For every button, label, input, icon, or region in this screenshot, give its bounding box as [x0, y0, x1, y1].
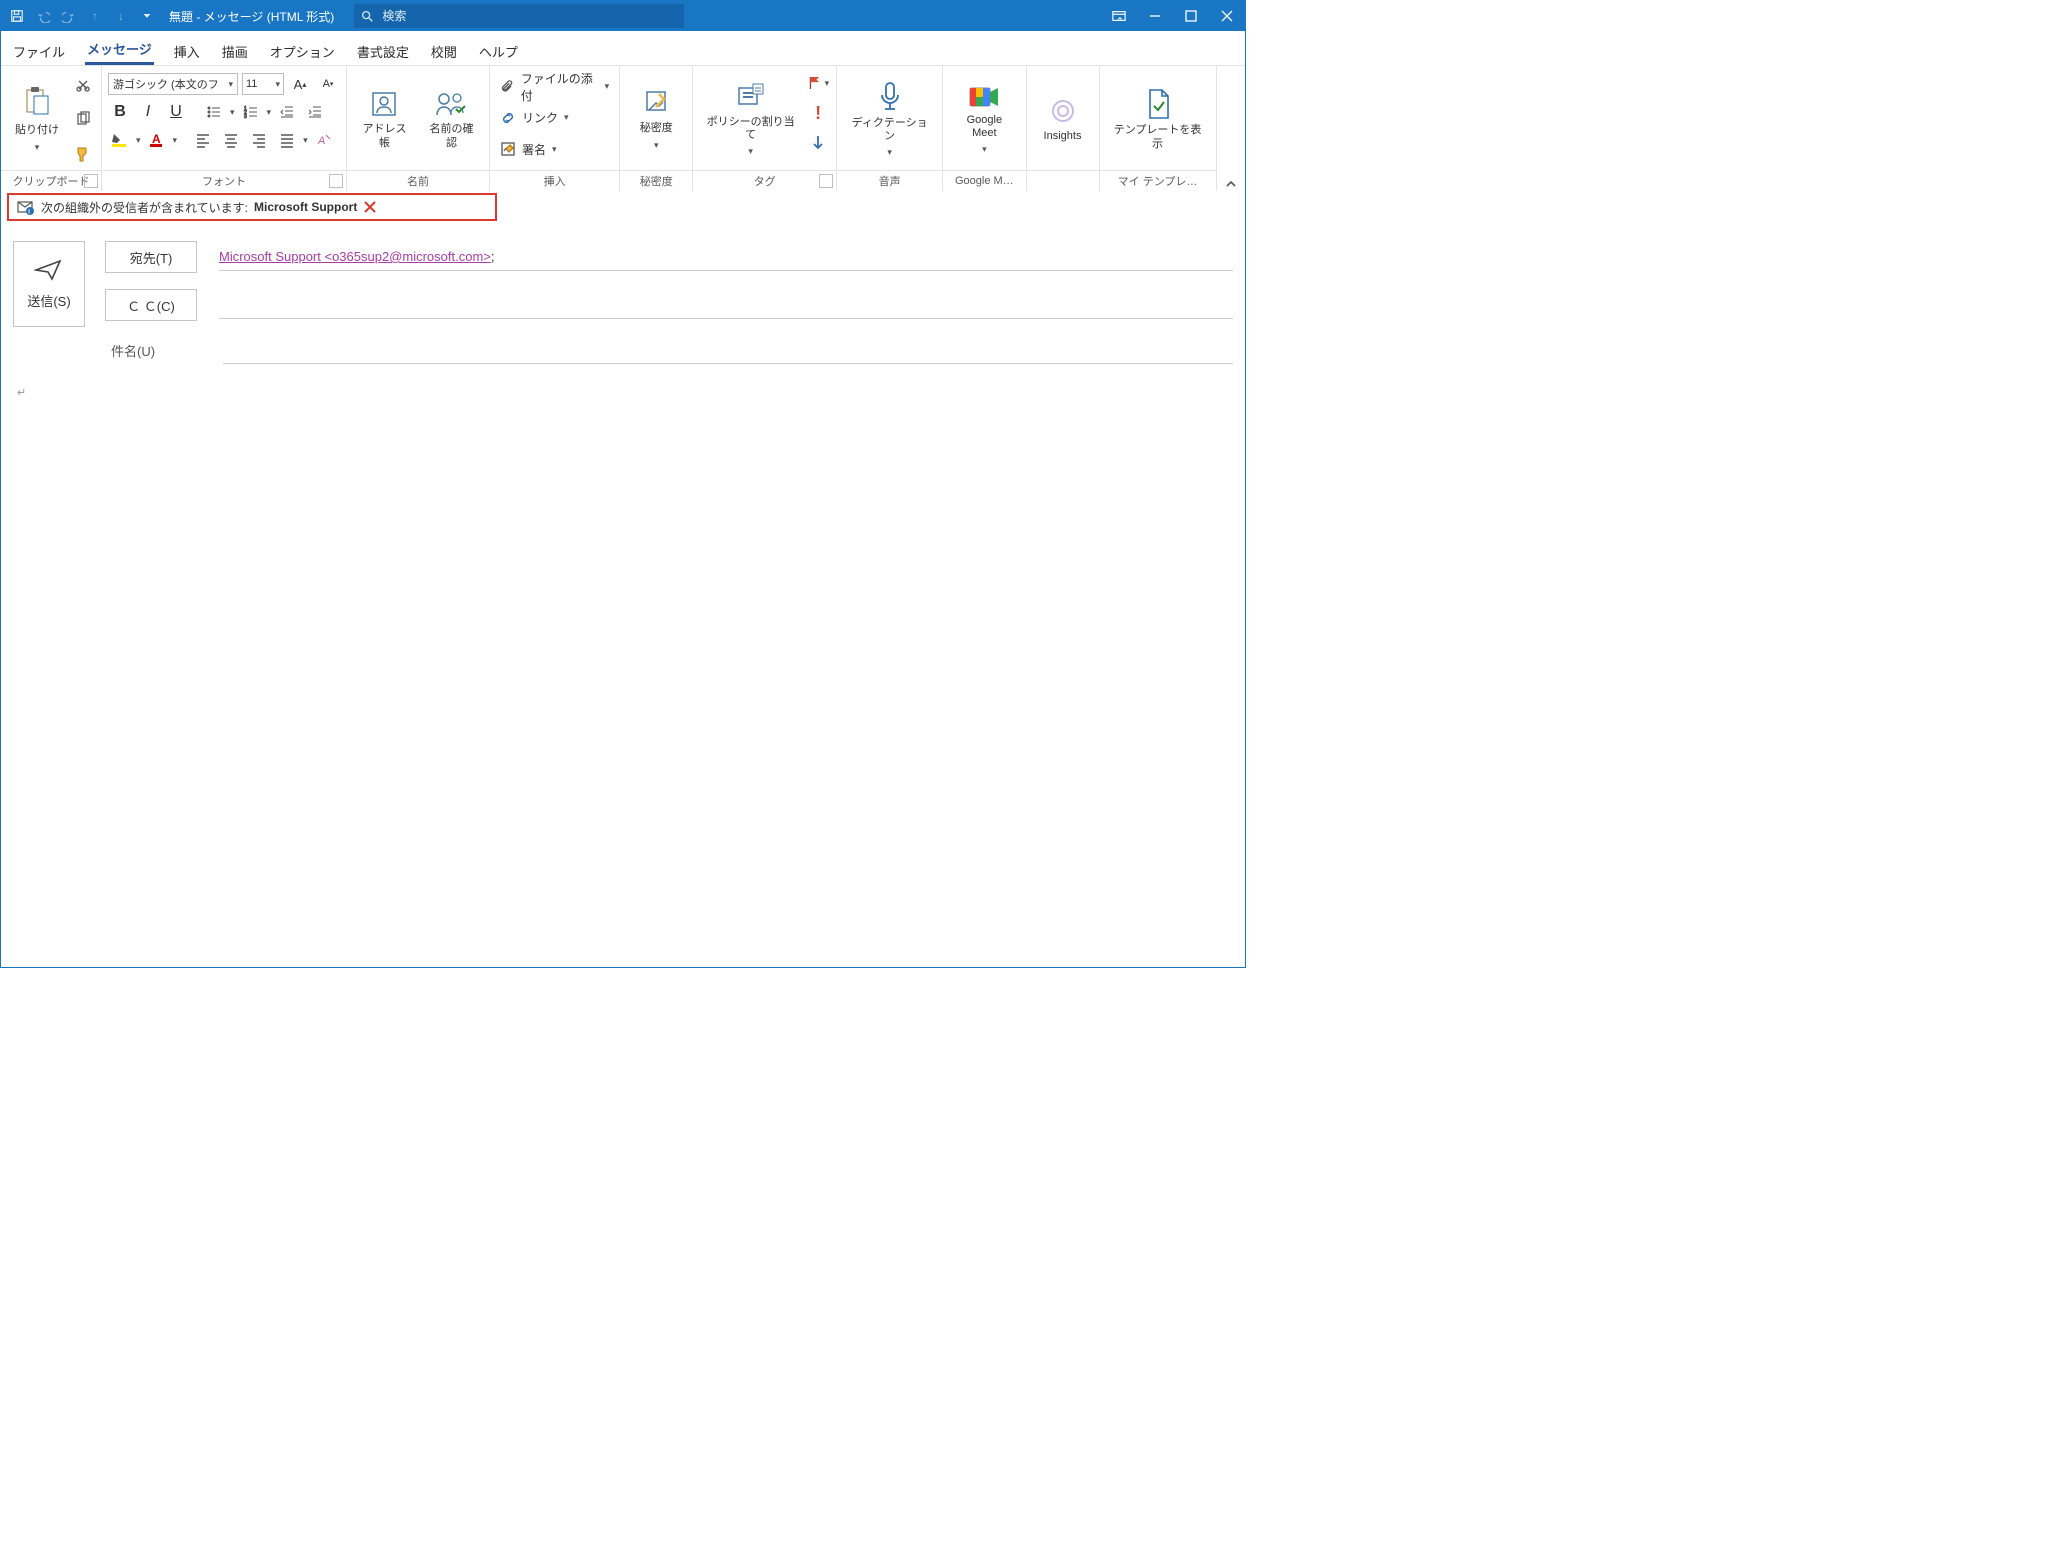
group-names: アドレス帳 名前の確認 名前 [347, 66, 490, 191]
group-tags: ポリシーの割り当て ▾ ▾ ! タグ [693, 66, 837, 191]
sensitivity-button[interactable]: 秘密度 ▾ [626, 69, 686, 170]
tab-draw[interactable]: 描画 [220, 36, 250, 65]
paste-button[interactable]: 貼り付け ▾ [7, 69, 67, 170]
paragraph-mark-icon: ↵ [17, 387, 26, 399]
tab-insert[interactable]: 挿入 [172, 36, 202, 65]
decrease-font-icon[interactable]: A▾ [316, 72, 340, 96]
mail-tip-icon: i [17, 199, 35, 215]
group-insights: Insights [1027, 66, 1100, 191]
to-button[interactable]: 宛先(T) [105, 241, 197, 273]
redo-icon[interactable] [61, 8, 77, 24]
tab-file[interactable]: ファイル [11, 36, 67, 65]
compose-header: 送信(S) 宛先(T) Microsoft Support <o365sup2@… [13, 241, 1233, 364]
to-field[interactable]: Microsoft Support <o365sup2@microsoft.co… [219, 244, 1233, 271]
decrease-indent-icon[interactable] [275, 100, 299, 124]
insights-button[interactable]: Insights [1033, 69, 1093, 170]
cc-field[interactable] [219, 292, 1233, 319]
collapse-ribbon-button[interactable] [1216, 66, 1245, 191]
bullets-icon[interactable] [202, 100, 226, 124]
google-meet-button[interactable]: Google Meet ▾ [949, 69, 1019, 170]
check-names-button[interactable]: 名前の確認 [420, 69, 483, 170]
justify-icon[interactable] [275, 128, 299, 152]
tab-format[interactable]: 書式設定 [355, 36, 411, 65]
message-body[interactable]: ↵ [17, 384, 1229, 399]
svg-text:A: A [152, 132, 161, 146]
minimize-button[interactable] [1137, 1, 1173, 31]
window-controls [1101, 1, 1245, 31]
mailtip-recipient: Microsoft Support [254, 200, 357, 214]
recipient-chip[interactable]: Microsoft Support <o365sup2@microsoft.co… [219, 249, 491, 264]
group-voice: ディクテーション ▾ 音声 [837, 66, 943, 191]
search-box[interactable] [354, 4, 684, 28]
tab-review[interactable]: 校閲 [429, 36, 459, 65]
dictation-button[interactable]: ディクテーション ▾ [843, 69, 936, 170]
highlight-icon[interactable] [108, 128, 132, 152]
remove-recipient-icon[interactable] [363, 200, 377, 214]
send-button[interactable]: 送信(S) [13, 241, 85, 327]
show-templates-button[interactable]: テンプレートを表示 [1106, 69, 1210, 170]
numbering-icon[interactable]: 123 [239, 100, 263, 124]
link-button[interactable]: リンク▾ [500, 107, 609, 129]
chevron-down-icon: ▾ [35, 142, 40, 153]
group-templates: テンプレートを表示 マイ テンプレ… [1100, 66, 1216, 191]
subject-field[interactable] [223, 337, 1233, 364]
align-right-icon[interactable] [247, 128, 271, 152]
search-input[interactable] [380, 8, 684, 24]
external-recipient-mailtip: i 次の組織外の受信者が含まれています: Microsoft Support [7, 193, 497, 221]
attach-file-button[interactable]: ファイルの添付▾ [500, 76, 609, 98]
address-book-button[interactable]: アドレス帳 [353, 69, 416, 170]
low-importance-icon[interactable] [806, 131, 830, 155]
high-importance-icon[interactable]: ! [806, 101, 830, 125]
mailtip-text: 次の組織外の受信者が含まれています: [41, 199, 248, 216]
group-font: 游ゴシック (本文のフ▾ 11▾ A▴ A▾ B I U ▾ 123 ▾ ▾ [102, 66, 347, 191]
follow-up-flag-icon[interactable]: ▾ [806, 71, 830, 95]
italic-icon[interactable]: I [136, 100, 160, 124]
tab-message[interactable]: メッセージ [85, 33, 154, 65]
up-arrow-icon[interactable]: ↑ [87, 8, 103, 24]
group-google-meet: Google Meet ▾ Google M… [943, 66, 1026, 191]
bold-icon[interactable]: B [108, 100, 132, 124]
title-bar: ↑ ↓ ⏷ 無題 - メッセージ (HTML 形式) [1, 1, 1245, 31]
window-title: 無題 - メッセージ (HTML 形式) [169, 8, 334, 25]
align-center-icon[interactable] [219, 128, 243, 152]
font-name-combo[interactable]: 游ゴシック (本文のフ▾ [108, 73, 238, 95]
copy-icon[interactable] [71, 107, 95, 131]
align-left-icon[interactable] [191, 128, 215, 152]
tab-options[interactable]: オプション [268, 36, 337, 65]
underline-icon[interactable]: U [164, 100, 188, 124]
undo-icon[interactable] [35, 8, 51, 24]
group-clipboard: 貼り付け ▾ クリップボード [1, 66, 102, 191]
subject-label: 件名(U) [105, 341, 201, 360]
maximize-button[interactable] [1173, 1, 1209, 31]
font-size-combo[interactable]: 11▾ [242, 73, 284, 95]
ribbon-tabs: ファイル メッセージ 挿入 描画 オプション 書式設定 校閲 ヘルプ [1, 31, 1245, 66]
assign-policy-button[interactable]: ポリシーの割り当て ▾ [699, 69, 802, 170]
ribbon-display-options-icon[interactable] [1101, 1, 1137, 31]
format-painter-icon[interactable] [71, 142, 95, 166]
dialog-launcher-icon[interactable] [819, 174, 833, 188]
svg-text:A: A [317, 135, 325, 147]
svg-text:3: 3 [244, 114, 247, 120]
font-color-icon[interactable]: A [145, 128, 169, 152]
search-icon [360, 9, 374, 23]
increase-font-icon[interactable]: A▴ [288, 72, 312, 96]
clear-formatting-icon[interactable]: A [312, 128, 336, 152]
dialog-launcher-icon[interactable] [329, 174, 343, 188]
down-arrow-icon[interactable]: ↓ [113, 8, 129, 24]
dialog-launcher-icon[interactable] [84, 174, 98, 188]
ribbon: 貼り付け ▾ クリップボード 游ゴシック (本文のフ▾ 11▾ A▴ A▾ B … [1, 66, 1245, 191]
group-sensitivity: 秘密度 ▾ 秘密度 [620, 66, 693, 191]
qat-more-icon[interactable]: ⏷ [139, 8, 155, 24]
increase-indent-icon[interactable] [303, 100, 327, 124]
signature-button[interactable]: 署名▾ [500, 138, 609, 160]
cut-icon[interactable] [71, 73, 95, 97]
close-button[interactable] [1209, 1, 1245, 31]
cc-button[interactable]: Ｃ Ｃ(C) [105, 289, 197, 321]
save-icon[interactable] [9, 8, 25, 24]
tab-help[interactable]: ヘルプ [477, 36, 520, 65]
quick-access-toolbar: ↑ ↓ ⏷ [1, 8, 163, 24]
group-include: ファイルの添付▾ リンク▾ 署名▾ 挿入 [490, 66, 620, 191]
